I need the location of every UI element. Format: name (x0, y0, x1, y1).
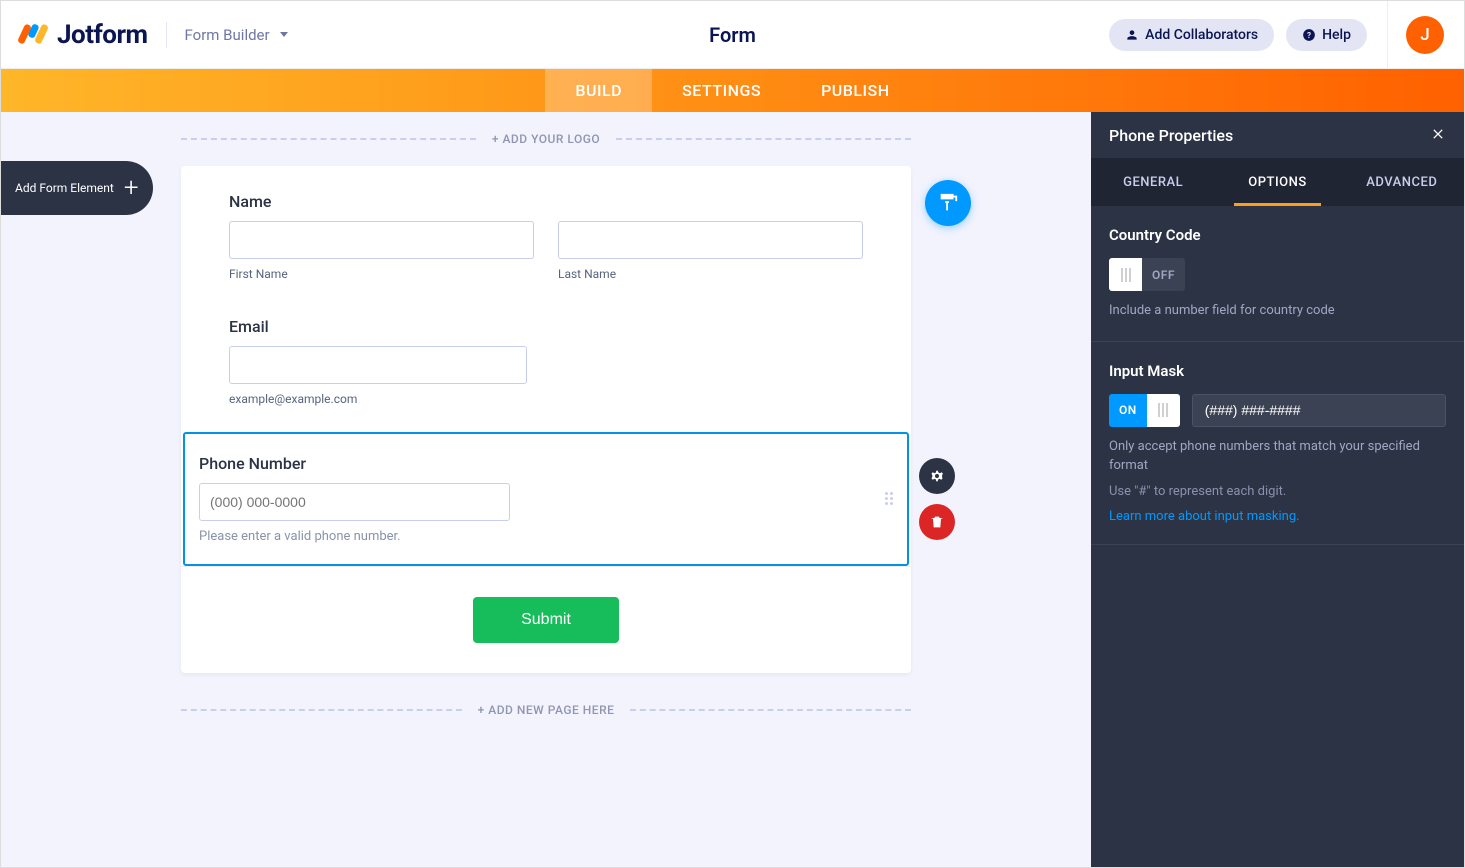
first-name-input[interactable] (229, 221, 534, 259)
gear-icon (929, 468, 945, 484)
trash-icon (929, 514, 945, 530)
divider (1387, 1, 1388, 69)
input-mask-field[interactable] (1192, 394, 1446, 427)
country-code-section: Country Code OFF Include a number field … (1091, 206, 1464, 342)
breadcrumb-label: Form Builder (185, 26, 270, 44)
divider (166, 22, 167, 48)
last-name-sublabel: Last Name (558, 267, 863, 281)
last-name-input[interactable] (558, 221, 863, 259)
add-element-label: Add Form Element (15, 181, 114, 195)
submit-row: Submit (181, 566, 911, 673)
phone-hint: Please enter a valid phone number. (199, 529, 861, 544)
canvas: + ADD YOUR LOGO Name First Name Last Nam… (1, 112, 1091, 867)
field-settings-button[interactable] (919, 458, 955, 494)
close-properties-button[interactable] (1430, 123, 1446, 148)
form-card: Name First Name Last Name Email (181, 166, 911, 673)
logo[interactable]: Jotform (21, 20, 148, 50)
add-page-button[interactable]: + ADD NEW PAGE HERE (462, 703, 631, 717)
email-example: example@example.com (229, 392, 527, 406)
email-input[interactable] (229, 346, 527, 384)
phone-label: Phone Number (199, 454, 861, 473)
submit-button[interactable]: Submit (473, 597, 619, 643)
first-name-sublabel: First Name (229, 267, 534, 281)
help-label: Help (1322, 27, 1351, 43)
toggle-state: OFF (1142, 268, 1185, 282)
add-logo-button[interactable]: + ADD YOUR LOGO (476, 132, 616, 146)
country-code-toggle[interactable]: OFF (1109, 258, 1185, 291)
collaborators-label: Add Collaborators (1145, 27, 1258, 43)
properties-title: Phone Properties (1109, 126, 1233, 145)
phone-field[interactable]: Phone Number Please enter a valid phone … (183, 432, 909, 566)
user-icon (1125, 28, 1139, 42)
tab-settings[interactable]: SETTINGS (652, 69, 791, 112)
field-delete-button[interactable] (919, 504, 955, 540)
brand-name: Jotform (57, 20, 148, 50)
country-code-desc: Include a number field for country code (1109, 301, 1446, 321)
properties-panel: Phone Properties GENERAL OPTIONS ADVANCE… (1091, 112, 1464, 867)
input-mask-section: Input Mask ON Only accept phone numbers … (1091, 342, 1464, 545)
input-mask-learn-more-link[interactable]: Learn more about input masking. (1109, 509, 1300, 524)
prop-tab-advanced[interactable]: ADVANCED (1340, 158, 1464, 206)
prop-tab-options[interactable]: OPTIONS (1215, 158, 1339, 206)
input-mask-toggle[interactable]: ON (1109, 394, 1180, 427)
name-field[interactable]: Name First Name Last Name (181, 166, 911, 307)
help-icon: ? (1302, 28, 1316, 42)
paint-roller-icon (937, 192, 959, 214)
prop-tab-general[interactable]: GENERAL (1091, 158, 1215, 206)
country-code-title: Country Code (1109, 226, 1446, 244)
logo-mark-icon (21, 22, 47, 48)
svg-text:?: ? (1307, 29, 1311, 39)
plus-icon: + (124, 173, 139, 203)
input-mask-title: Input Mask (1109, 362, 1446, 380)
form-designer-button[interactable] (925, 180, 971, 226)
drag-handle-icon[interactable] (885, 492, 899, 506)
breadcrumb[interactable]: Form Builder (185, 26, 288, 44)
add-collaborators-button[interactable]: Add Collaborators (1109, 19, 1274, 51)
toggle-knob-icon (1147, 394, 1180, 427)
email-field[interactable]: Email example@example.com (181, 307, 911, 432)
main-tabs: BUILD SETTINGS PUBLISH (1, 69, 1464, 112)
help-button[interactable]: ? Help (1286, 19, 1367, 51)
input-mask-desc1: Only accept phone numbers that match you… (1109, 437, 1446, 476)
tab-publish[interactable]: PUBLISH (791, 69, 920, 112)
name-label: Name (229, 192, 863, 211)
phone-input[interactable] (199, 483, 510, 521)
email-label: Email (229, 317, 863, 336)
close-icon (1430, 126, 1446, 142)
chevron-down-icon (280, 32, 288, 37)
toggle-state: ON (1109, 403, 1147, 417)
toggle-knob-icon (1109, 258, 1142, 291)
add-form-element-button[interactable]: Add Form Element + (1, 161, 153, 215)
tab-build[interactable]: BUILD (545, 69, 652, 112)
page-title[interactable]: Form (709, 23, 756, 47)
input-mask-desc2: Use "#" to represent each digit. (1109, 484, 1446, 499)
avatar[interactable]: J (1406, 16, 1444, 54)
